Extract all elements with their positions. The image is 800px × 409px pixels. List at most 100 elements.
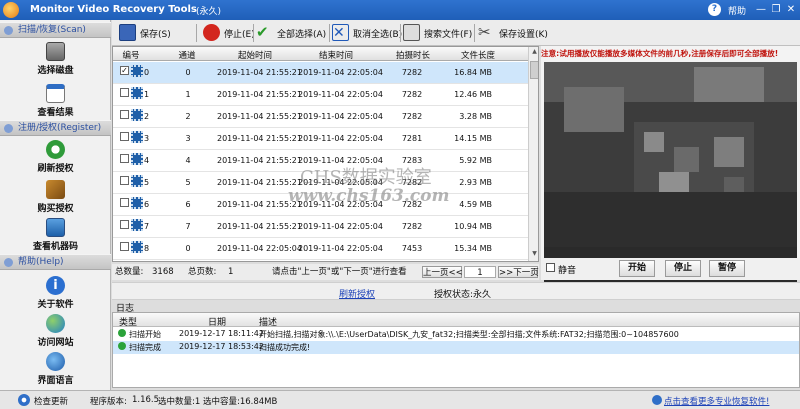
close-button[interactable]: ✕ bbox=[784, 3, 798, 17]
row-checkbox[interactable] bbox=[120, 110, 129, 119]
help-button[interactable]: ? 帮助 bbox=[706, 2, 750, 18]
sidebar-item-buy-license[interactable]: 购买授权 bbox=[2, 178, 109, 214]
table-row[interactable]: 2 2 2019-11-04 21:55:21 2019-11-04 22:05:04… bbox=[113, 106, 528, 128]
cell-file-size: 10.94 MB bbox=[454, 222, 492, 231]
cell-start-time: 2019-11-04 21:55:21 bbox=[217, 112, 302, 121]
sidebar-item-view-results[interactable]: 查看结果 bbox=[2, 82, 109, 118]
cell-channel: 2 bbox=[185, 112, 191, 121]
row-checkbox[interactable] bbox=[120, 242, 129, 251]
search-file-button[interactable]: 搜索文件(F) bbox=[403, 23, 477, 43]
restore-button[interactable]: ❐ bbox=[769, 3, 783, 17]
row-checkbox[interactable] bbox=[120, 220, 129, 229]
toolbar-divider bbox=[196, 24, 197, 42]
sidebar-item-label: 界面语言 bbox=[37, 376, 74, 386]
row-checkbox[interactable] bbox=[120, 198, 129, 207]
column-header[interactable]: 类型 bbox=[119, 315, 137, 328]
refresh-license-link[interactable]: 刷新授权 bbox=[339, 287, 375, 300]
deselect-all-button[interactable]: ✕ 取消全选(B) bbox=[332, 23, 402, 43]
promo-link[interactable]: 点击查看更多专业恢复软件! bbox=[664, 395, 769, 407]
log-desc: 开始扫描,扫描对象:\\.\E:\UserData\DISK_九安_fat32;… bbox=[259, 330, 679, 339]
sidebar-item-machine-code[interactable]: 查看机器码 bbox=[2, 216, 109, 252]
stop-button[interactable]: 停止(E) bbox=[203, 23, 255, 43]
cell-end-time: 2019-11-04 22:05:04 bbox=[298, 244, 383, 253]
check-update-button[interactable]: 检查更新 bbox=[34, 395, 68, 407]
section-icon bbox=[4, 124, 13, 133]
table-row[interactable]: ✓ 0 0 2019-11-04 21:55:21 2019-11-04 22:05:0… bbox=[113, 62, 528, 84]
sidebar-section-register[interactable]: 注册/授权(Register) bbox=[0, 120, 111, 136]
sidebar-item-label: 访问网站 bbox=[37, 338, 74, 348]
row-checkbox[interactable] bbox=[120, 154, 129, 163]
language-icon bbox=[46, 352, 65, 371]
column-header[interactable]: 描述 bbox=[259, 315, 277, 328]
log-row[interactable]: 扫描开始 2019-12-17 18:11:42 开始扫描,扫描对象:\\.\E… bbox=[113, 328, 799, 341]
sidebar-item-website[interactable]: 访问网站 bbox=[2, 312, 109, 348]
cell-end-time: 2019-11-04 22:05:04 bbox=[298, 134, 383, 143]
pause-button[interactable]: 暂停 bbox=[709, 260, 745, 277]
log-desc: 扫描成功完成! bbox=[259, 343, 311, 352]
save-settings-button[interactable]: ✂ 保存设置(K) bbox=[478, 23, 552, 43]
app-title: Monitor Video Recovery Tools bbox=[30, 4, 197, 15]
column-header[interactable]: 结束时间 bbox=[299, 49, 373, 61]
cell-file-size: 4.59 MB bbox=[459, 200, 492, 209]
sidebar-item-about[interactable]: i 关于软件 bbox=[2, 274, 109, 310]
table-row[interactable]: 8 0 2019-11-04 22:05:04 2019-11-04 22:05:04… bbox=[113, 238, 528, 260]
save-button[interactable]: 保存(S) bbox=[119, 23, 183, 43]
column-header[interactable]: 编号 bbox=[119, 49, 143, 61]
current-page-input[interactable]: 1 bbox=[464, 266, 496, 278]
play-button[interactable]: 开始 bbox=[619, 260, 655, 277]
update-icon bbox=[18, 394, 30, 406]
row-checkbox[interactable] bbox=[120, 176, 129, 185]
sidebar-item-label: 查看机器码 bbox=[32, 242, 78, 252]
scroll-down-icon[interactable]: ▼ bbox=[530, 250, 538, 260]
row-checkbox[interactable] bbox=[120, 88, 129, 97]
license-edition: (永久) bbox=[196, 7, 222, 17]
refresh-icon bbox=[46, 140, 65, 159]
stop-playback-button[interactable]: 停止 bbox=[665, 260, 701, 277]
log-row[interactable]: 扫描完成 2019-12-17 18:53:42 扫描成功完成! bbox=[113, 341, 799, 354]
selection-info: 选中数量:1 选中容量:16.84MB bbox=[158, 397, 278, 407]
cell-channel: 3 bbox=[185, 134, 191, 143]
column-header[interactable]: 文件长度 bbox=[453, 49, 503, 61]
next-page-button[interactable]: >>下一页 bbox=[498, 266, 539, 278]
prev-page-button[interactable]: 上一页<< bbox=[422, 266, 463, 278]
table-row[interactable]: 3 3 2019-11-04 21:55:21 2019-11-04 22:05:04… bbox=[113, 128, 528, 150]
trial-notice: 注意:试用播放仅能播放多媒体文件的前几秒,注册保存后即可全部播放! bbox=[541, 49, 779, 58]
cell-number: 7 bbox=[144, 222, 150, 231]
sidebar-item-select-disk[interactable]: 选择磁盘 bbox=[2, 40, 109, 76]
table-row[interactable]: 7 7 2019-11-04 21:55:21 2019-11-04 22:05:04… bbox=[113, 216, 528, 238]
toolbar-divider bbox=[253, 24, 254, 42]
globe-icon bbox=[46, 314, 65, 333]
table-row[interactable]: 1 1 2019-11-04 21:55:21 2019-11-04 22:05:04… bbox=[113, 84, 528, 106]
minimize-button[interactable]: — bbox=[754, 3, 768, 17]
cell-end-time: 2019-11-04 22:05:04 bbox=[298, 90, 383, 99]
column-header[interactable]: 日期 bbox=[208, 315, 226, 328]
column-header[interactable]: 拍摄时长 bbox=[388, 49, 438, 61]
sidebar-item-language[interactable]: 界面语言 bbox=[2, 350, 109, 386]
table-header: 编号 通道 起始时间 结束时间 拍摄时长 文件长度 bbox=[113, 47, 528, 61]
cell-duration: 7282 bbox=[401, 90, 423, 99]
select-all-label: 全部选择(A) bbox=[277, 30, 327, 40]
video-file-icon bbox=[131, 153, 143, 165]
mute-checkbox[interactable] bbox=[546, 263, 555, 272]
sidebar-item-label: 关于软件 bbox=[37, 300, 74, 310]
license-status: 授权状态:永久 bbox=[434, 290, 492, 300]
section-label: 帮助(Help) bbox=[18, 257, 64, 267]
sidebar-section-scan[interactable]: 扫描/恢复(Scan) bbox=[0, 22, 111, 38]
row-checkbox[interactable] bbox=[120, 132, 129, 141]
column-header[interactable]: 起始时间 bbox=[218, 49, 292, 61]
cell-file-size: 2.93 MB bbox=[459, 178, 492, 187]
column-header[interactable]: 通道 bbox=[173, 49, 201, 61]
video-preview[interactable] bbox=[544, 62, 797, 288]
sidebar-item-refresh-license[interactable]: 刷新授权 bbox=[2, 138, 109, 174]
cell-start-time: 2019-11-04 22:05:04 bbox=[217, 244, 302, 253]
sidebar-section-help[interactable]: 帮助(Help) bbox=[0, 254, 111, 270]
disk-icon bbox=[46, 42, 65, 61]
select-all-button[interactable]: ✔ 全部选择(A) bbox=[256, 23, 328, 43]
vertical-scrollbar[interactable]: ▲ ▼ bbox=[528, 47, 538, 261]
cell-file-size: 15.34 MB bbox=[454, 244, 492, 253]
log-panel: 类型 日期 描述 扫描开始 2019-12-17 18:11:42 开始扫描,扫… bbox=[112, 312, 800, 388]
scroll-thumb[interactable] bbox=[530, 61, 538, 79]
scroll-up-icon[interactable]: ▲ bbox=[530, 48, 538, 58]
title-bar: Monitor Video Recovery Tools (永久) ? 帮助 —… bbox=[0, 0, 800, 20]
row-checkbox[interactable]: ✓ bbox=[120, 66, 129, 75]
